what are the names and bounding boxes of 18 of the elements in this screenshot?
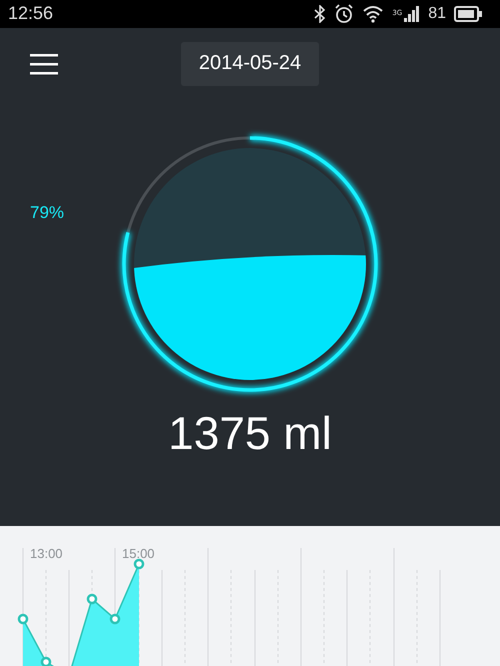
data-point [134, 558, 144, 570]
alarm-icon [334, 4, 354, 24]
time-label: 15:00 [122, 546, 155, 561]
percent-label: 79% [30, 202, 64, 223]
time-label: 13:00 [30, 546, 63, 561]
data-point [110, 614, 120, 624]
data-point [86, 594, 98, 604]
date-button[interactable]: 2014-05-24 [181, 42, 319, 86]
data-point [40, 656, 52, 666]
water-amount: 1375 ml [168, 406, 332, 460]
bluetooth-icon [314, 4, 326, 23]
wifi-icon [362, 4, 384, 23]
data-point [18, 614, 28, 624]
menu-icon[interactable] [30, 52, 58, 75]
signal-icon [404, 6, 420, 22]
battery-percent: 81 [428, 4, 446, 23]
battery-icon [454, 6, 482, 22]
status-time: 12:56 [8, 3, 54, 24]
